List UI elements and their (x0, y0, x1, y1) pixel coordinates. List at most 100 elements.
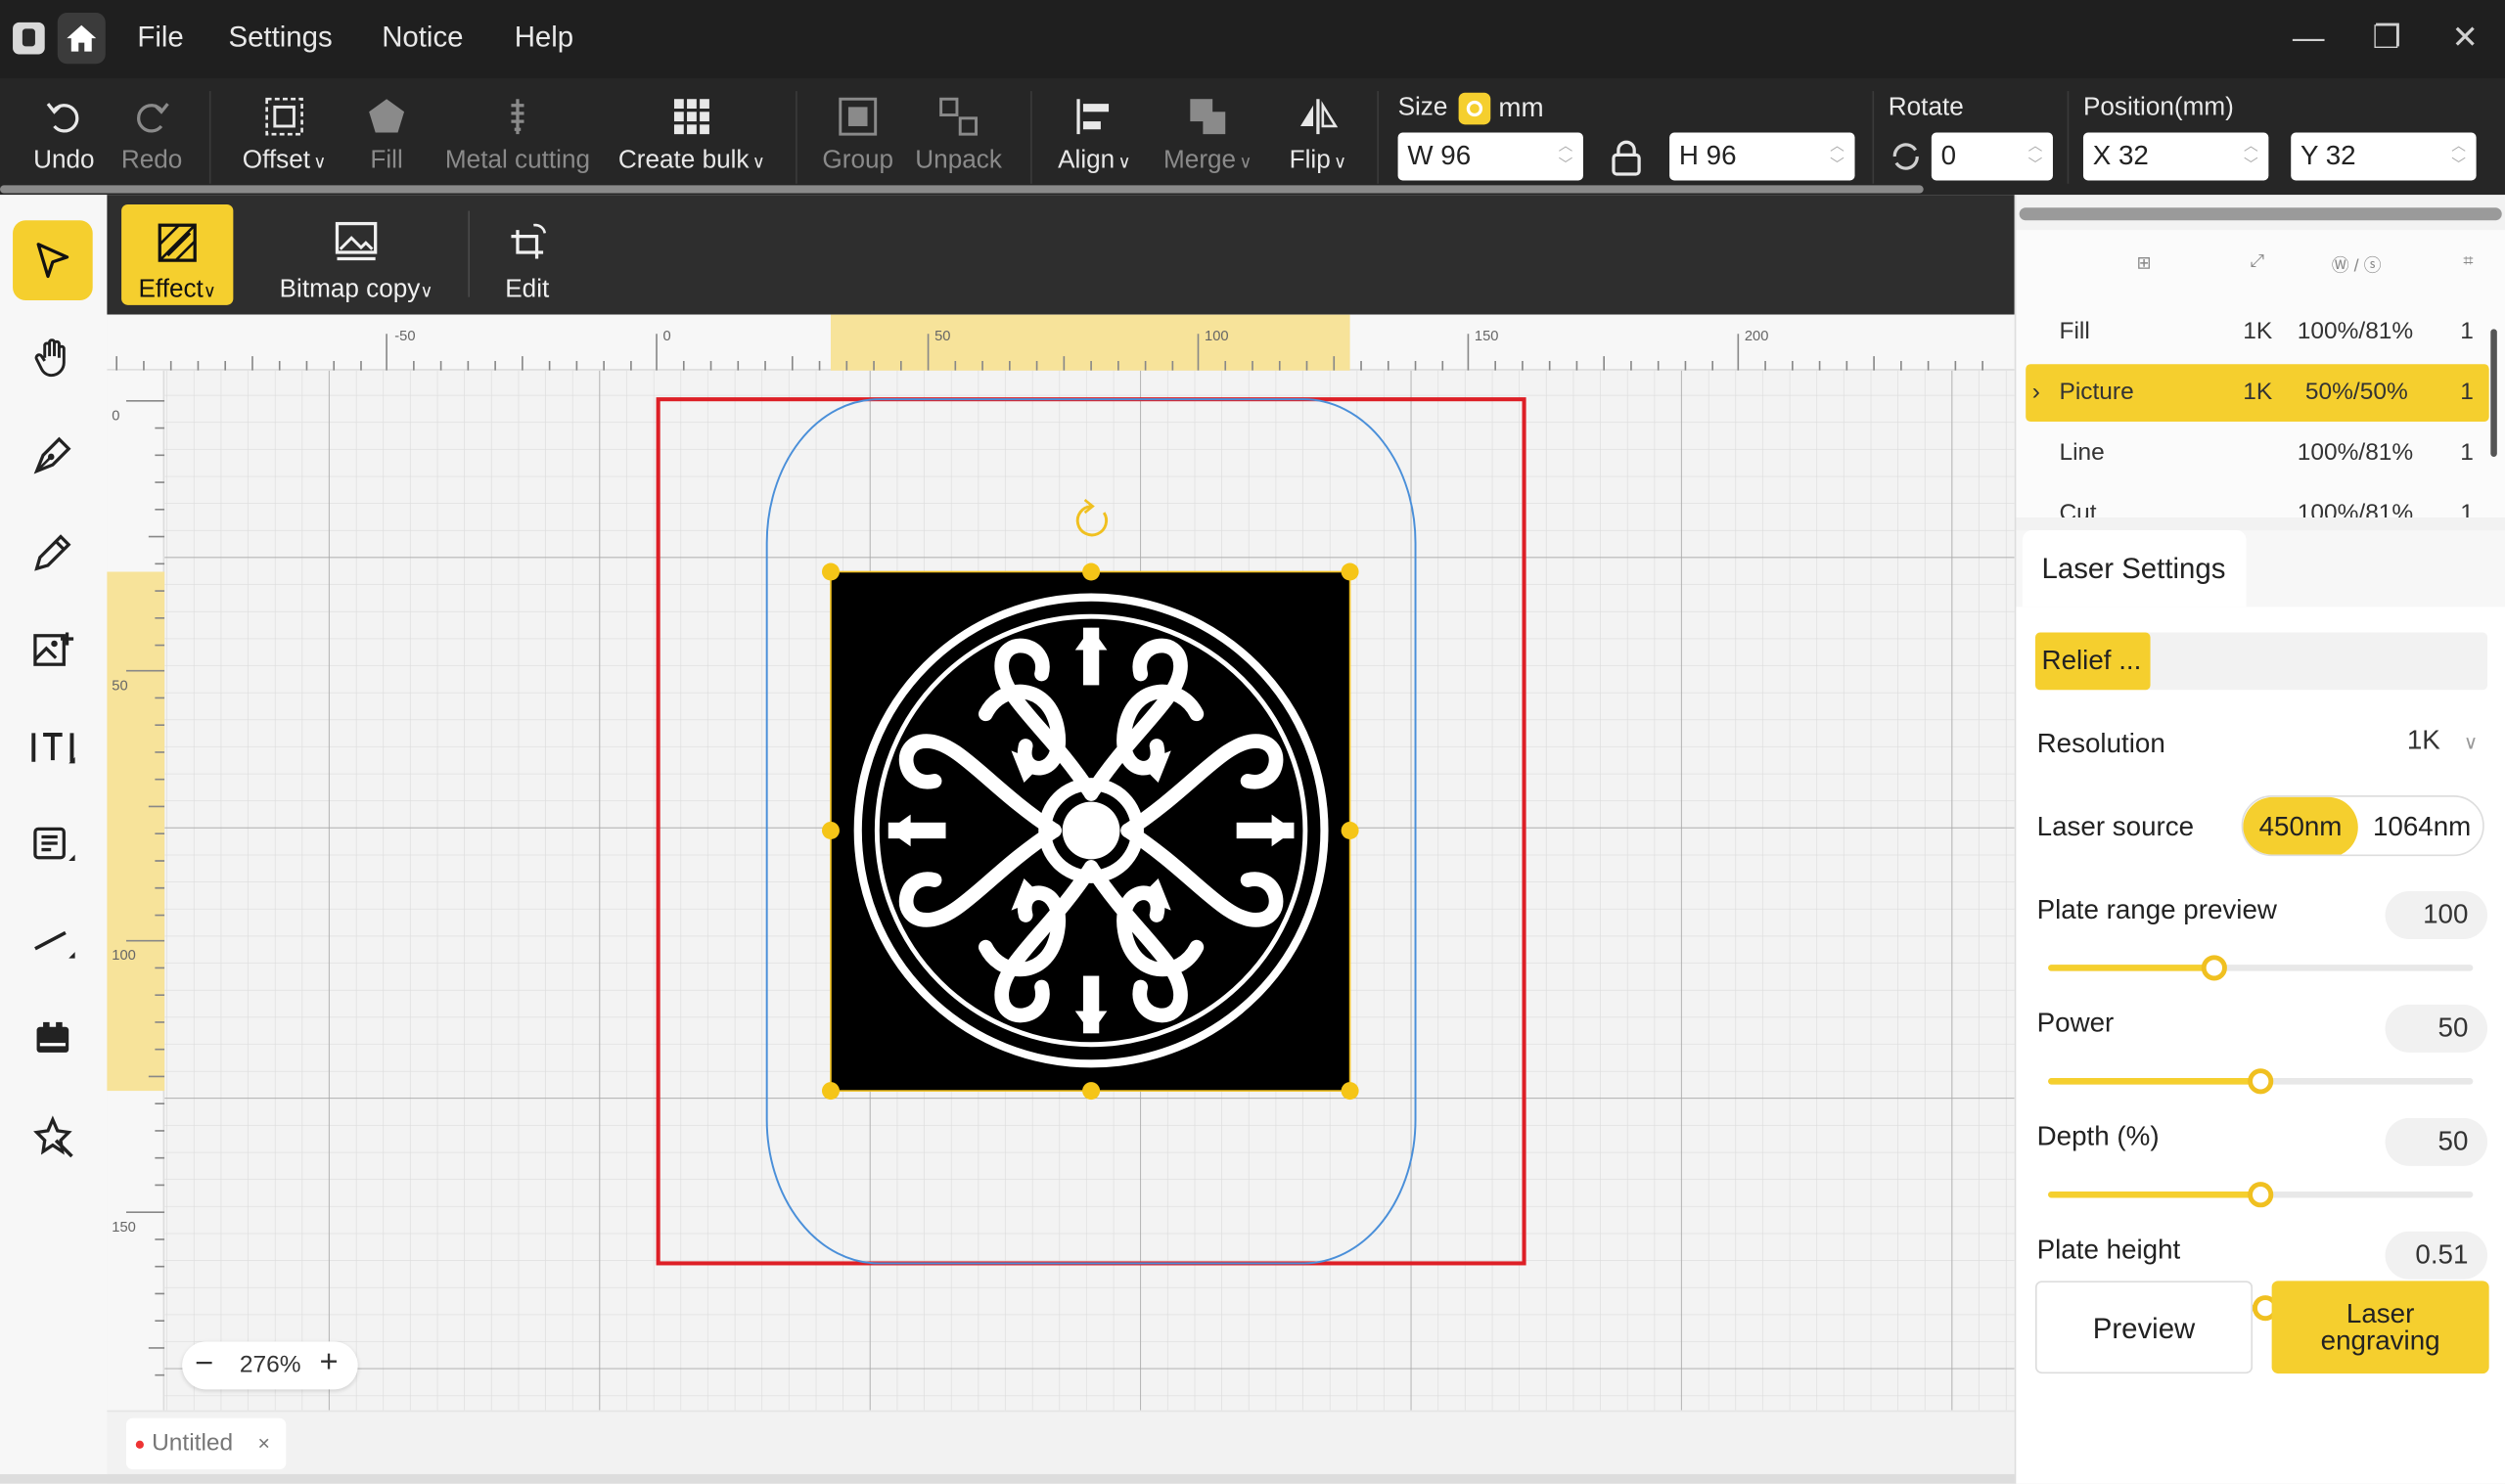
laser-settings-tab[interactable]: Laser Settings (2022, 530, 2247, 607)
zoom-out-button[interactable]: − (195, 1346, 213, 1383)
layer-passes: 1 (2460, 317, 2474, 345)
menu-settings[interactable]: Settings (228, 21, 332, 54)
layer-list-scrollbar[interactable] (2490, 329, 2497, 457)
menu-help[interactable]: Help (515, 21, 573, 54)
text-tool[interactable] (13, 707, 93, 787)
plate-height-input[interactable]: 0.51 (2385, 1231, 2488, 1280)
home-button[interactable] (57, 13, 106, 65)
line-tool[interactable] (13, 902, 93, 982)
layer-row[interactable]: Line 100%/81% 1 (2026, 425, 2488, 482)
relief-mode-button[interactable]: Relief ... (2034, 632, 2151, 691)
create-bulk-label: Create bulk (617, 147, 750, 174)
lock-icon[interactable] (1609, 139, 1644, 177)
redo-button[interactable]: Redo (115, 78, 189, 195)
edit-button[interactable]: Edit (490, 204, 564, 305)
toggle-dot-icon (1466, 100, 1483, 117)
layer-row[interactable]: › Picture 1K 50%/50% 1 (2026, 364, 2489, 423)
ruler-ticks (125, 399, 165, 1376)
rotate-input[interactable]: 0 ︿ ﹀ (1931, 132, 2053, 181)
layer-row[interactable]: Fill 1K 100%/81% 1 (2026, 303, 2488, 361)
position-y-stepper[interactable]: ︿ ﹀ (2447, 136, 2470, 177)
group-button[interactable]: Group (815, 78, 901, 195)
align-button[interactable]: Align ∨ (1048, 78, 1141, 195)
ruler-label: 100 (1205, 327, 1229, 344)
fill-button[interactable]: Fill (354, 78, 418, 195)
magic-tool[interactable] (13, 1098, 93, 1178)
unit-toggle[interactable] (1458, 92, 1491, 125)
pencil-icon (34, 534, 71, 571)
height-input[interactable]: H 96 ︿ ﹀ (1669, 132, 1855, 181)
select-tool[interactable] (13, 220, 93, 300)
resolution-dropdown[interactable]: 1K ∨ (2407, 725, 2478, 757)
zoom-in-button[interactable]: + (320, 1345, 339, 1382)
width-value: W 96 (1407, 140, 1472, 171)
layer-name: Line (2059, 438, 2105, 467)
pen-tool[interactable] (13, 415, 93, 495)
rotate-icon (1892, 143, 1919, 170)
close-tab-button[interactable]: × (258, 1418, 270, 1469)
layer-row[interactable]: Cut 100%/81% 1 (2026, 485, 2488, 517)
chevron-down-icon: ∨ (752, 153, 765, 173)
ruler-label: -50 (394, 327, 416, 344)
document-tab-bar: Untitled × (107, 1410, 2015, 1474)
panel-scrollbar[interactable] (2019, 207, 2502, 221)
home-icon (67, 24, 97, 52)
close-window-button[interactable]: ✕ (2442, 16, 2487, 61)
width-input[interactable]: W 96 ︿ ﹀ (1397, 132, 1583, 181)
engraving-picture[interactable] (830, 571, 1350, 1092)
depth-input[interactable]: 50 (2385, 1117, 2488, 1166)
flip-button[interactable]: Flip ∨ (1278, 78, 1358, 195)
engrave-label-line1: Laser (2346, 1298, 2415, 1329)
preview-button[interactable]: Preview (2034, 1281, 2254, 1374)
offset-button[interactable]: Offset ∨ (233, 78, 335, 195)
effect-label: Effect (138, 276, 204, 304)
depth-slider[interactable] (2048, 1182, 2474, 1208)
redo-label: Redo (120, 147, 183, 174)
slider-thumb[interactable] (2248, 1182, 2274, 1208)
pencil-tool[interactable] (13, 513, 93, 593)
cursor-arrow-icon (36, 243, 69, 279)
properties-panel: ⊞ ⤢ Ⓦ / ⓢ ⌗ Fill 1K 100%/81% 1 › Picture… (2014, 195, 2505, 1484)
undo-button[interactable]: Undo (25, 78, 102, 195)
stamp-tool[interactable] (13, 1000, 93, 1080)
design-canvas[interactable] (107, 314, 2015, 1411)
bitmap-copy-button[interactable]: Bitmap copy∨ (267, 204, 446, 305)
position-x-input[interactable]: X 32 ︿ ﹀ (2082, 132, 2269, 181)
laser-engraving-button[interactable]: Laser engraving (2271, 1281, 2489, 1374)
menu-file[interactable]: File (137, 21, 183, 54)
rotate-stepper[interactable]: ︿ ﹀ (2025, 136, 2047, 177)
document-tab[interactable]: Untitled × (125, 1417, 287, 1470)
engrave-label-line2: engraving (2320, 1326, 2440, 1357)
pan-tool[interactable] (13, 318, 93, 398)
restore-button[interactable]: ❐ (2364, 16, 2409, 61)
height-stepper[interactable]: ︿ ﹀ (1826, 136, 1848, 177)
position-y-input[interactable]: Y 32 ︿ ﹀ (2291, 132, 2477, 181)
minimize-button[interactable]: — (2286, 16, 2331, 61)
metal-cutting-button[interactable]: Metal cutting (437, 78, 597, 195)
power-input[interactable]: 50 (2385, 1004, 2488, 1053)
image-tool[interactable] (13, 610, 93, 691)
source-1064nm-option[interactable]: 1064nm (2358, 797, 2482, 855)
merge-button[interactable]: Merge ∨ (1157, 78, 1258, 195)
chevron-down-icon: ∨ (203, 282, 216, 302)
data-tool[interactable] (13, 805, 93, 885)
slider-thumb[interactable] (2248, 1068, 2274, 1095)
material-icon (36, 1021, 69, 1053)
menu-notice[interactable]: Notice (382, 21, 463, 54)
toolbar-scrollbar[interactable] (0, 185, 1924, 194)
unpack-button[interactable]: Unpack (911, 78, 1007, 195)
width-stepper[interactable]: ︿ ﹀ (1555, 136, 1577, 177)
source-450nm-option[interactable]: 450nm (2243, 796, 2358, 855)
plate-range-input[interactable]: 100 (2385, 891, 2488, 939)
position-x-stepper[interactable]: ︿ ﹀ (2240, 136, 2262, 177)
size-title: Size (1397, 94, 1448, 122)
slider-thumb[interactable] (2201, 955, 2227, 981)
create-bulk-button[interactable]: Create bulk ∨ (614, 78, 770, 195)
layer-list: ⊞ ⤢ Ⓦ / ⓢ ⌗ Fill 1K 100%/81% 1 › Picture… (2016, 230, 2505, 517)
plate-range-slider[interactable] (2048, 955, 2474, 981)
power-slider[interactable] (2048, 1068, 2474, 1095)
effect-button[interactable]: Effect∨ (121, 203, 234, 305)
chevron-right-icon[interactable]: › (2032, 364, 2040, 422)
layer-name: Picture (2059, 378, 2134, 406)
layer-resolution: 1K (2243, 317, 2273, 345)
